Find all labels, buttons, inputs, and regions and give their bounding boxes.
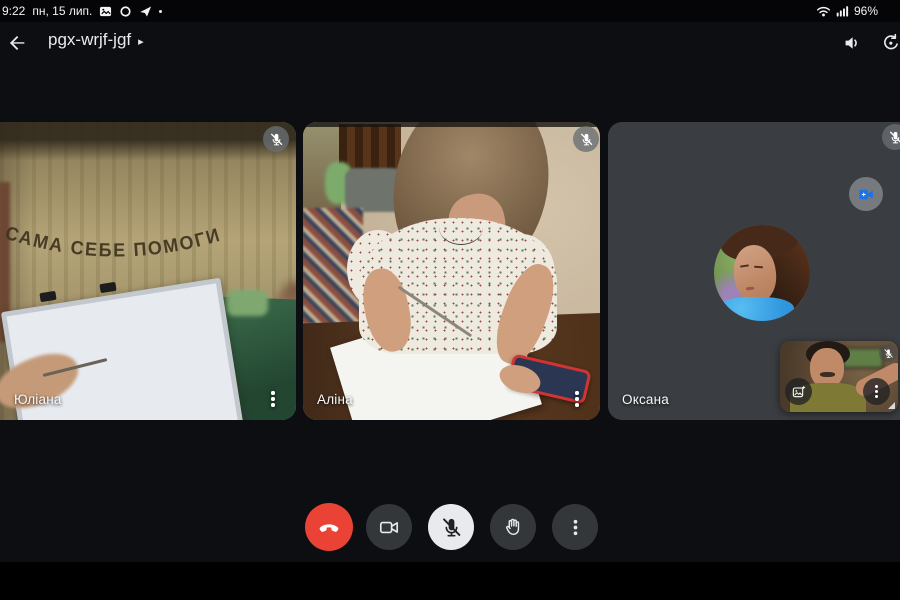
cell-signal-icon	[836, 5, 849, 17]
camera-request-icon	[857, 185, 876, 204]
caret-icon: ▸	[138, 35, 144, 48]
resize-handle[interactable]	[888, 402, 895, 409]
meet-call-screen: 9:22 пн, 15 лип. 96% pgx-wrjf-jgf ▸ САМА…	[0, 0, 900, 600]
switch-camera-icon	[880, 32, 900, 54]
overflow-notification-dot	[159, 9, 163, 13]
camera-request-button[interactable]	[849, 177, 883, 211]
battery-percent: 96%	[853, 4, 878, 18]
status-bar: 9:22 пн, 15 лип. 96%	[0, 0, 900, 22]
hang-up-button[interactable]	[305, 503, 353, 551]
more-options-button[interactable]	[552, 504, 598, 550]
participant-name: Оксана	[622, 392, 669, 407]
android-taskbar: 2	[0, 562, 900, 600]
mic-muted-badge	[573, 126, 599, 152]
back-button[interactable]	[4, 30, 30, 56]
self-mic-muted-badge	[879, 344, 897, 362]
meeting-code: pgx-wrjf-jgf	[48, 30, 132, 49]
svg-text:САМА СЕБЕ ПОМОГИ: САМА СЕБЕ ПОМОГИ	[3, 223, 224, 262]
mic-muted-badge	[882, 124, 900, 150]
more-vert-icon	[875, 384, 878, 399]
gallery-notification-icon	[100, 6, 112, 16]
clock: 9:22	[2, 4, 26, 18]
wifi-icon	[816, 5, 831, 17]
raise-hand-icon	[502, 516, 525, 539]
telegram-notification-icon	[139, 5, 152, 18]
mic-muted-badge	[263, 126, 289, 152]
wall-banner: САМА СЕБЕ ПОМОГИ	[3, 223, 224, 262]
mic-off-icon	[440, 516, 463, 539]
volume-button[interactable]	[839, 30, 865, 56]
video-tile-yuliana[interactable]: САМА СЕБЕ ПОМОГИ Юліана	[0, 122, 296, 420]
meeting-code-button[interactable]: pgx-wrjf-jgf ▸	[48, 30, 144, 50]
wall-text: САМА СЕБЕ ПОМОГИ	[3, 223, 222, 262]
self-more-button[interactable]	[863, 378, 890, 405]
videocam-icon	[378, 516, 401, 539]
app-bar: pgx-wrjf-jgf ▸	[0, 22, 900, 62]
tile-more-button[interactable]	[264, 389, 282, 409]
oksana-avatar	[714, 225, 810, 321]
volume-icon	[841, 32, 863, 54]
mic-toggle-button[interactable]	[428, 504, 474, 550]
switch-camera-button[interactable]	[878, 30, 900, 56]
effects-icon	[791, 384, 807, 400]
effects-button[interactable]	[785, 378, 812, 405]
camera-toggle-button[interactable]	[366, 504, 412, 550]
circle-notification-icon	[120, 5, 131, 17]
yuliana-video-art: САМА СЕБЕ ПОМОГИ	[0, 122, 296, 420]
participant-name: Аліна	[317, 392, 353, 407]
self-view-tile[interactable]	[780, 341, 898, 412]
video-tile-alina[interactable]: Аліна	[303, 122, 600, 420]
call-end-icon	[316, 514, 342, 540]
back-arrow-icon	[6, 32, 28, 54]
raise-hand-button[interactable]	[490, 504, 536, 550]
alina-video-art	[303, 122, 600, 420]
more-vert-icon	[565, 517, 586, 538]
tile-more-button[interactable]	[568, 389, 586, 409]
participant-name: Юліана	[14, 392, 62, 407]
date: пн, 15 лип.	[32, 4, 93, 18]
